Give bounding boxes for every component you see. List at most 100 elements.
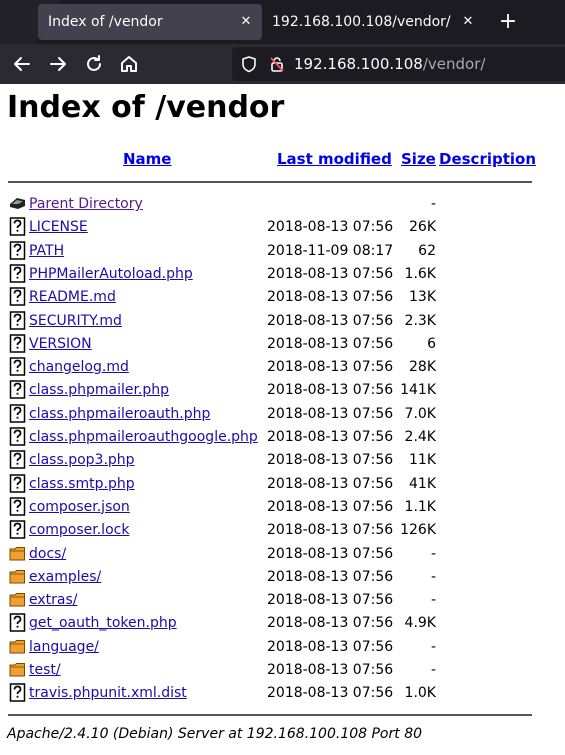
table-row: VERSION 2018-08-13 07:56 6 <box>0 333 565 356</box>
table-row: class.phpmaileroauthgoogle.php 2018-08-13… <box>0 426 565 449</box>
size-cell: - <box>430 196 436 212</box>
last-modified-cell: 2018-08-13 07:56 <box>267 335 394 352</box>
last-modified-cell: 2018-08-13 07:56 <box>267 452 394 469</box>
size-cell: - <box>430 545 436 562</box>
last-modified-cell: 2018-08-13 07:56 <box>267 289 394 306</box>
sort-by-description-link[interactable]: Description <box>439 150 536 168</box>
table-row: class.phpmaileroauth.php 2018-08-13 07:56… <box>0 403 565 426</box>
last-modified-cell: 2018-08-13 07:56 <box>267 265 394 282</box>
table-row: composer.json 2018-08-13 07:56 1.1K <box>0 496 565 519</box>
folder-icon <box>9 590 26 609</box>
file-link[interactable]: SECURITY.md <box>29 310 122 333</box>
last-modified-cell: 2018-08-13 07:56 <box>267 662 394 678</box>
last-modified-cell: 2018-08-13 07:56 <box>267 312 394 329</box>
unknown-file-icon <box>9 217 26 237</box>
unknown-file-icon <box>9 450 26 470</box>
file-link[interactable]: get_oauth_token.php <box>29 612 177 635</box>
file-link[interactable]: changelog.md <box>29 356 129 379</box>
tab-title: 192.168.100.108/vendor/PATH <box>272 14 452 30</box>
address-bar[interactable]: 192.168.100.108/vendor/ <box>232 47 565 81</box>
folder-icon <box>9 544 26 563</box>
size-cell: 13K <box>409 289 436 306</box>
size-cell: 2.4K <box>404 429 436 445</box>
url-path: /vendor/ <box>422 55 486 73</box>
file-link[interactable]: class.phpmaileroauth.php <box>29 403 210 426</box>
home-icon[interactable] <box>117 52 141 76</box>
file-link[interactable]: docs/ <box>29 543 66 566</box>
parent-directory-link[interactable]: Parent Directory <box>29 193 143 216</box>
tab-index-of-vendor[interactable]: Index of /vendor ✕ <box>38 4 262 40</box>
table-row: test/2018-08-13 07:56 - <box>0 659 565 682</box>
size-cell: 126K <box>400 522 436 539</box>
file-link[interactable]: class.phpmailer.php <box>29 379 169 402</box>
size-cell: - <box>430 662 436 678</box>
file-link[interactable]: LICENSE <box>29 216 88 239</box>
table-row: get_oauth_token.php 2018-08-13 07:56 4.9K <box>0 612 565 635</box>
last-modified-cell: 2018-08-13 07:56 <box>267 382 394 399</box>
folder-icon <box>9 637 26 656</box>
reload-icon[interactable] <box>82 52 106 76</box>
last-modified-cell: 2018-08-13 07:56 <box>267 219 394 236</box>
table-row: extras/2018-08-13 07:56 - <box>0 589 565 612</box>
unknown-file-icon <box>9 287 26 306</box>
last-modified-cell: 2018-08-13 07:56 <box>267 592 394 609</box>
unknown-file-icon <box>9 310 26 330</box>
size-cell: 1.6K <box>404 265 436 282</box>
size-cell: 1.0K <box>404 685 436 702</box>
url-text[interactable]: 192.168.100.108/vendor/ <box>294 47 485 81</box>
unknown-file-icon <box>9 357 26 376</box>
size-cell: 26K <box>409 219 436 236</box>
file-link[interactable]: travis.phpunit.xml.dist <box>29 682 187 705</box>
file-link[interactable]: test/ <box>29 659 61 682</box>
column-header-name: Name <box>123 150 171 168</box>
unknown-file-icon <box>9 613 26 633</box>
file-link[interactable]: extras/ <box>29 589 78 612</box>
header-divider <box>8 181 532 183</box>
size-cell: 6 <box>427 335 436 352</box>
unknown-file-icon <box>9 380 26 400</box>
file-link[interactable]: class.smtp.php <box>29 473 135 496</box>
size-cell: 28K <box>409 359 436 376</box>
last-modified-cell: 2018-08-13 07:56 <box>267 522 394 539</box>
file-link[interactable]: composer.json <box>29 496 130 519</box>
close-tab-icon[interactable]: ✕ <box>458 4 478 40</box>
back-arrow-icon[interactable] <box>10 52 34 76</box>
close-tab-icon[interactable]: ✕ <box>236 4 256 40</box>
file-link[interactable]: composer.lock <box>29 519 129 542</box>
file-link[interactable]: class.phpmaileroauthgoogle.php <box>29 426 258 449</box>
sort-by-last-modified-link[interactable]: Last modified <box>277 150 392 168</box>
file-link[interactable]: PATH <box>29 240 64 263</box>
table-row: travis.phpunit.xml.dist 2018-08-13 07:56 1… <box>0 682 565 705</box>
last-modified-cell: 2018-08-13 07:56 <box>267 568 394 585</box>
file-link[interactable]: language/ <box>29 636 99 659</box>
forward-arrow-icon[interactable] <box>46 52 70 76</box>
size-cell: 4.9K <box>404 615 436 632</box>
unknown-file-icon <box>9 264 26 283</box>
table-row: class.phpmailer.php 2018-08-13 07:56 141K <box>0 379 565 402</box>
file-link[interactable]: README.md <box>29 286 116 309</box>
file-link[interactable]: examples/ <box>29 566 101 589</box>
size-cell: 2.3K <box>404 312 436 329</box>
unknown-file-icon <box>9 520 26 539</box>
last-modified-cell: 2018-08-13 07:56 <box>267 359 394 376</box>
table-row: LICENSE 2018-08-13 07:56 26K <box>0 216 565 239</box>
sort-by-size-link[interactable]: Size <box>401 150 436 168</box>
size-cell: 141K <box>400 382 436 399</box>
size-cell: 41K <box>409 475 436 492</box>
file-link[interactable]: class.pop3.php <box>29 449 135 472</box>
file-link[interactable]: PHPMailerAutoload.php <box>29 263 193 286</box>
table-row: examples/2018-08-13 07:56 - <box>0 566 565 589</box>
tab-vendor-path[interactable]: 192.168.100.108/vendor/PATH ✕ <box>264 4 480 40</box>
size-cell: - <box>430 568 436 585</box>
last-modified-cell: 2018-11-09 08:17 <box>267 242 394 259</box>
tracking-protection-shield-icon[interactable] <box>240 55 258 73</box>
insecure-lock-icon[interactable] <box>268 55 286 73</box>
tab-strip: Index of /vendor ✕ 192.168.100.108/vendo… <box>0 0 565 44</box>
last-modified-cell: 2018-08-13 07:56 <box>267 545 394 562</box>
table-row: class.smtp.php 2018-08-13 07:56 41K <box>0 473 565 496</box>
table-row: SECURITY.md 2018-08-13 07:56 2.3K <box>0 310 565 333</box>
new-tab-button[interactable]: + <box>496 8 520 36</box>
file-link[interactable]: VERSION <box>29 333 92 356</box>
table-row: PATH 2018-11-09 08:17 62 <box>0 240 565 263</box>
sort-by-name-link[interactable]: Name <box>123 150 171 168</box>
